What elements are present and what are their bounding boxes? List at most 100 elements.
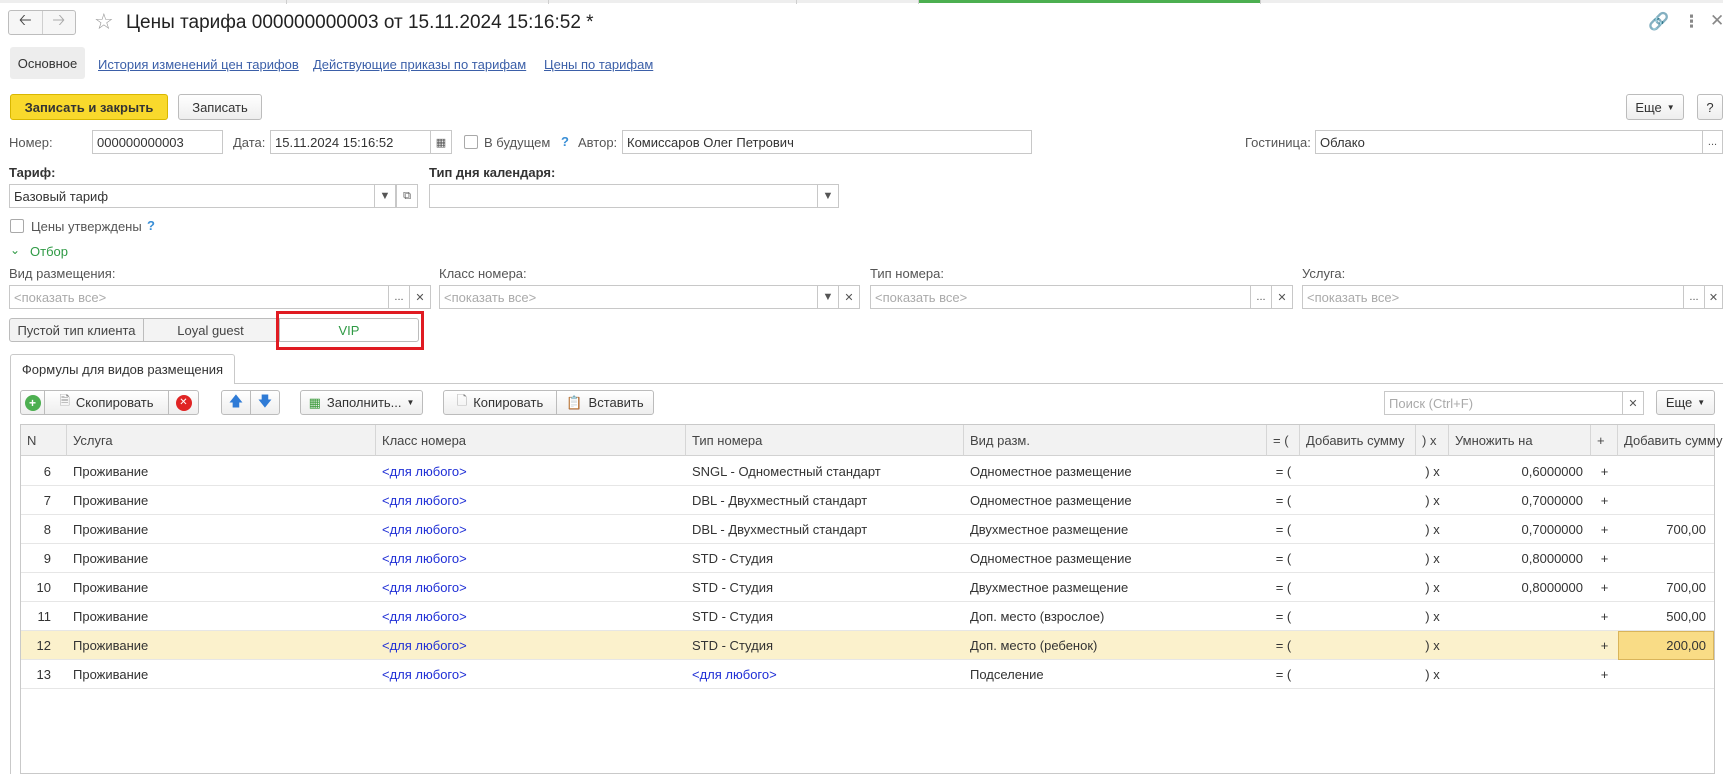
- copy-button[interactable]: 🗋 Копировать: [443, 390, 557, 415]
- cell-n[interactable]: 6: [21, 457, 59, 486]
- table-row[interactable]: 9 Проживание <для любого> STD - Студия Одном…: [21, 544, 1714, 573]
- cell-room-class[interactable]: <для любого>: [376, 573, 686, 602]
- filter-service-clear-icon[interactable]: ✕: [1704, 285, 1723, 309]
- link-icon[interactable]: 🔗: [1648, 12, 1669, 32]
- cell-accommodation[interactable]: Доп. место (ребенок): [964, 631, 1267, 660]
- cell-accommodation[interactable]: Доп. место (взрослое): [964, 602, 1267, 631]
- future-help-icon[interactable]: ?: [561, 134, 569, 149]
- add-row-button[interactable]: +: [20, 390, 45, 415]
- cell-n[interactable]: 10: [21, 573, 59, 602]
- more-vertical-icon[interactable]: ⋮: [1683, 12, 1700, 32]
- col-op-plus[interactable]: +: [1591, 425, 1618, 456]
- cell-room-type[interactable]: STD - Студия: [686, 573, 964, 602]
- filter-accommodation-select-button[interactable]: ...: [388, 285, 410, 309]
- hotel-select-button[interactable]: ...: [1702, 130, 1723, 154]
- date-field[interactable]: 15.11.2024 15:16:52: [270, 130, 431, 154]
- tab-tariff-orders[interactable]: Действующие приказы по тарифам: [313, 57, 526, 72]
- cell-op-open[interactable]: = (: [1267, 486, 1300, 515]
- cell-op-plus[interactable]: +: [1591, 631, 1618, 660]
- cell-room-type[interactable]: DBL - Двухместный стандарт: [686, 515, 964, 544]
- cell-room-class[interactable]: <для любого>: [376, 457, 686, 486]
- forward-arrow-icon[interactable]: 🡢: [41, 11, 76, 34]
- cell-multiply[interactable]: 0,8000000: [1449, 544, 1591, 573]
- cell-service[interactable]: Проживание: [67, 544, 376, 573]
- col-service[interactable]: Услуга: [67, 425, 376, 456]
- cell-add-sum-1[interactable]: [1300, 457, 1416, 486]
- cell-n[interactable]: 8: [21, 515, 59, 544]
- move-down-button[interactable]: 🡇: [250, 390, 280, 415]
- table-row[interactable]: 10 Проживание <для любого> STD - Студия Двух…: [21, 573, 1714, 602]
- cell-add-sum-1[interactable]: [1300, 486, 1416, 515]
- cell-service[interactable]: Проживание: [67, 457, 376, 486]
- cell-accommodation[interactable]: Одноместное размещение: [964, 486, 1267, 515]
- table-row[interactable]: 13 Проживание <для любого> <для любого> Подс…: [21, 660, 1714, 689]
- cell-n[interactable]: 9: [21, 544, 59, 573]
- hotel-field[interactable]: Облако: [1315, 130, 1703, 154]
- move-up-button[interactable]: 🡅: [221, 390, 251, 415]
- cell-n[interactable]: 13: [21, 660, 59, 689]
- number-field[interactable]: 000000000003: [92, 130, 223, 154]
- tariff-dropdown-icon[interactable]: ▼: [374, 184, 396, 208]
- cell-op-open[interactable]: = (: [1267, 660, 1300, 689]
- paste-button[interactable]: 📋 Вставить: [556, 390, 654, 415]
- cell-add-sum-2[interactable]: 700,00: [1618, 573, 1714, 602]
- filter-accommodation-clear-icon[interactable]: ✕: [409, 285, 431, 309]
- cell-op-plus[interactable]: +: [1591, 515, 1618, 544]
- cell-op-plus[interactable]: +: [1591, 660, 1618, 689]
- cell-multiply[interactable]: 0,7000000: [1449, 486, 1591, 515]
- table-more-button[interactable]: Еще ▼: [1656, 390, 1715, 415]
- save-and-close-button[interactable]: Записать и закрыть: [10, 94, 168, 120]
- cell-service[interactable]: Проживание: [67, 602, 376, 631]
- col-accommodation[interactable]: Вид разм.: [964, 425, 1267, 456]
- col-op-open[interactable]: = (: [1267, 425, 1300, 456]
- approved-checkbox[interactable]: [10, 219, 24, 233]
- more-button[interactable]: Еще ▼: [1626, 94, 1684, 120]
- table-row[interactable]: 6 Проживание <для любого> SNGL - Одноместны…: [21, 457, 1714, 486]
- cell-service[interactable]: Проживание: [67, 486, 376, 515]
- cell-add-sum-1[interactable]: [1300, 544, 1416, 573]
- calendar-type-field[interactable]: [429, 184, 821, 208]
- cell-add-sum-2[interactable]: [1618, 660, 1714, 689]
- cell-op-mul[interactable]: ) x: [1416, 457, 1449, 486]
- cell-accommodation[interactable]: Подселение: [964, 660, 1267, 689]
- cell-room-class[interactable]: <для любого>: [376, 660, 686, 689]
- filter-room-type-select-button[interactable]: ...: [1250, 285, 1272, 309]
- filter-room-class-clear-icon[interactable]: ✕: [838, 285, 860, 309]
- col-op-mul[interactable]: ) x: [1416, 425, 1449, 456]
- col-multiply[interactable]: Умножить на: [1449, 425, 1591, 456]
- col-n[interactable]: N: [21, 425, 67, 456]
- filter-room-type-input[interactable]: <показать все>: [870, 285, 1254, 309]
- cell-op-open[interactable]: = (: [1267, 515, 1300, 544]
- cell-room-class[interactable]: <для любого>: [376, 486, 686, 515]
- cell-multiply[interactable]: [1449, 602, 1591, 631]
- future-checkbox[interactable]: [464, 135, 478, 149]
- cell-op-open[interactable]: = (: [1267, 544, 1300, 573]
- close-icon[interactable]: ✕: [1710, 11, 1723, 31]
- cell-accommodation[interactable]: Двухместное размещение: [964, 515, 1267, 544]
- col-add-sum-2[interactable]: Добавить сумму: [1618, 425, 1722, 456]
- tariff-open-icon[interactable]: ⧉: [396, 184, 418, 208]
- client-type-empty[interactable]: Пустой тип клиента: [9, 318, 144, 342]
- table-row[interactable]: 11 Проживание <для любого> STD - Студия Доп.…: [21, 602, 1714, 631]
- cell-room-class[interactable]: <для любого>: [376, 631, 686, 660]
- author-field[interactable]: Комиссаров Олег Петрович: [622, 130, 1032, 154]
- cell-add-sum-2[interactable]: 200,00: [1618, 631, 1714, 660]
- cell-accommodation[interactable]: Двухместное размещение: [964, 573, 1267, 602]
- cell-op-plus[interactable]: +: [1591, 573, 1618, 602]
- cell-accommodation[interactable]: Одноместное размещение: [964, 544, 1267, 573]
- filter-room-class-input[interactable]: <показать все>: [439, 285, 822, 309]
- cell-op-open[interactable]: = (: [1267, 457, 1300, 486]
- cell-op-open[interactable]: = (: [1267, 631, 1300, 660]
- cell-op-mul[interactable]: ) x: [1416, 573, 1449, 602]
- filter-service-select-button[interactable]: ...: [1683, 285, 1705, 309]
- filter-service-input[interactable]: <показать все>: [1302, 285, 1687, 309]
- cell-multiply[interactable]: 0,7000000: [1449, 515, 1591, 544]
- cell-service[interactable]: Проживание: [67, 515, 376, 544]
- delete-row-button[interactable]: ✕: [168, 390, 199, 415]
- tariff-field[interactable]: Базовый тариф: [9, 184, 384, 208]
- tab-accommodation-formulas[interactable]: Формулы для видов размещения: [10, 354, 235, 384]
- cell-room-type[interactable]: STD - Студия: [686, 631, 964, 660]
- save-button[interactable]: Записать: [178, 94, 262, 120]
- approved-help-icon[interactable]: ?: [147, 218, 155, 233]
- cell-room-class[interactable]: <для любого>: [376, 544, 686, 573]
